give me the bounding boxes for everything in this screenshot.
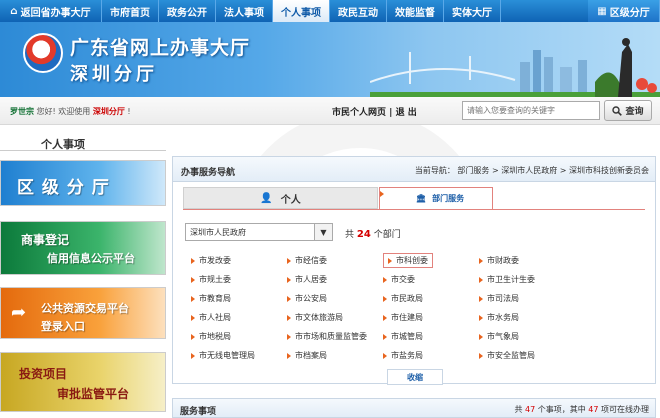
greeting-text: 您好! 欢迎使用: [36, 107, 91, 116]
banner-sublabel: 审批监管平台: [57, 387, 130, 401]
chevron-down-icon: ▼: [314, 224, 332, 240]
government-select[interactable]: 深圳市人民政府 ▼: [185, 223, 333, 241]
department-link[interactable]: 市人社局: [191, 312, 231, 323]
building-icon: 🏛: [415, 194, 427, 203]
site-logo: [23, 33, 63, 73]
business-registration-banner[interactable]: 商事登记 信用信息公示平台: [0, 221, 166, 275]
department-link[interactable]: 市教育局: [191, 293, 231, 304]
department-link[interactable]: 市发改委: [191, 255, 231, 266]
total-count: 47: [524, 405, 536, 414]
nav-home-link[interactable]: ⌂ 返回省办事大厅: [0, 0, 102, 22]
department-link[interactable]: 市安全监管局: [479, 350, 535, 361]
department-link[interactable]: 市财政委: [479, 255, 519, 266]
banner-label: 区 级 分 厅: [17, 178, 110, 198]
personal-page-link[interactable]: 市民个人网页: [332, 108, 386, 118]
banner-sublabel: 信用信息公示平台: [47, 252, 135, 265]
nav-city-portal[interactable]: 市府首页: [102, 0, 159, 22]
department-link[interactable]: 市卫生计生委: [479, 274, 535, 285]
tab-department-label: 部门服务: [432, 194, 465, 203]
nav-legal-person[interactable]: 法人事项: [216, 0, 273, 22]
user-bar: 罗世宗 您好! 欢迎使用 深圳分厅 ! 市民个人网页 | 退 出 查询: [0, 97, 660, 125]
department-link[interactable]: 市人居委: [287, 274, 327, 285]
top-navigation: ⌂ 返回省办事大厅 市府首页 政务公开 法人事项 个人事项 政民互动 效能监督 …: [0, 0, 660, 22]
user-name: 罗世宗: [10, 107, 34, 116]
service-items-title: 服务事项: [180, 407, 217, 417]
department-link[interactable]: 市气象局: [479, 331, 519, 342]
stat-mid: 个事项，其中: [537, 405, 586, 414]
department-link[interactable]: 市城管局: [383, 331, 423, 342]
department-link[interactable]: 市交委: [383, 274, 415, 285]
service-navigation-panel: 办事服务导航 当前导航： 部门服务 > 深圳市人民政府 > 深圳市科技创新委员会…: [172, 156, 656, 385]
search-button-label: 查询: [625, 107, 644, 117]
department-link[interactable]: 市水务局: [479, 312, 519, 323]
count-prefix: 共: [345, 230, 355, 240]
nav-supervision[interactable]: 效能监督: [387, 0, 444, 22]
department-link[interactable]: 市地税局: [191, 331, 231, 342]
person-icon: 👤: [260, 192, 273, 204]
department-link[interactable]: 市司法局: [479, 293, 519, 304]
panel-title: 办事服务导航: [181, 168, 236, 178]
nav-home-label: 返回省办事大厅: [20, 7, 91, 19]
nav-service-hall[interactable]: 实体大厅: [444, 0, 501, 22]
collapse-button[interactable]: 收缩: [387, 369, 443, 385]
greeting-tail: !: [127, 107, 131, 116]
tab-bar: 👤 个人 🏛 部门服务: [183, 187, 493, 209]
department-link[interactable]: 市住建局: [383, 312, 423, 323]
tab-personal-label: 个人: [280, 194, 301, 206]
login-arrow-icon: ➦: [11, 302, 27, 323]
online-count: 47: [588, 405, 599, 414]
public-resource-banner[interactable]: ➦ 公共资源交易平台 登录入口: [0, 287, 166, 339]
department-link[interactable]: 市盐务局: [383, 350, 423, 361]
search-input[interactable]: [462, 101, 600, 120]
count-suffix: 个部门: [373, 230, 401, 240]
user-links: 市民个人网页 | 退 出: [332, 105, 417, 118]
department-link[interactable]: 市民政局: [383, 293, 423, 304]
search-icon: [612, 105, 623, 116]
service-items-stats: 共 47 个事项，其中 47 项可在线办理: [514, 404, 649, 415]
logout-link[interactable]: 退 出: [396, 108, 417, 118]
department-link[interactable]: 市经信委: [287, 255, 327, 266]
breadcrumb: 当前导航： 部门服务 > 深圳市人民政府 > 深圳市科技创新委员会: [414, 166, 649, 175]
department-link[interactable]: 市档案局: [287, 350, 327, 361]
count-number: 24: [356, 229, 371, 240]
nav-interaction[interactable]: 政民互动: [330, 0, 387, 22]
nav-gov-affairs[interactable]: 政务公开: [159, 0, 216, 22]
panel-header: 办事服务导航 当前导航： 部门服务 > 深圳市人民政府 > 深圳市科技创新委员会: [173, 157, 655, 182]
tab-personal[interactable]: 👤 个人: [183, 187, 378, 209]
banner-subtitle: 深圳分厅: [70, 64, 158, 85]
banner-label: 投资项目: [19, 367, 68, 381]
district-branch-banner[interactable]: 区 级 分 厅: [0, 160, 166, 206]
select-value: 深圳市人民政府: [190, 228, 246, 237]
investment-project-banner[interactable]: 投资项目 审批监管平台: [0, 352, 166, 412]
banner-sublabel: 登录入口: [41, 320, 85, 333]
service-items-bar: 服务事项 共 47 个事项，其中 47 项可在线办理: [172, 398, 656, 418]
nav-personal[interactable]: 个人事项: [273, 0, 330, 22]
tab-department[interactable]: 🏛 部门服务: [379, 187, 493, 209]
link-separator: |: [389, 108, 393, 118]
banner-title: 广东省网上办事大厅: [70, 37, 251, 59]
nav-district-label: 区级分厅: [609, 7, 650, 19]
tab-underline: [183, 209, 645, 210]
site-banner: 广东省网上办事大厅 深圳分厅: [0, 22, 660, 97]
department-link[interactable]: 市文体旅游局: [287, 312, 343, 323]
grid-icon: ▦: [597, 5, 607, 17]
stat-prefix: 共: [514, 405, 523, 414]
department-link[interactable]: 市市场和质量监管委: [287, 331, 367, 342]
branch-name: 深圳分厅: [92, 107, 125, 116]
department-link[interactable]: 市规土委: [191, 274, 231, 285]
city-skyline: [370, 38, 660, 97]
department-link[interactable]: 市无线电管理局: [191, 350, 255, 361]
banner-label: 公共资源交易平台: [41, 302, 129, 315]
department-link[interactable]: 市科创委: [383, 253, 433, 268]
divider: [0, 150, 166, 151]
department-link[interactable]: 市公安局: [287, 293, 327, 304]
stat-suffix: 项可在线办理: [601, 405, 649, 414]
greeting: 罗世宗 您好! 欢迎使用 深圳分厅 !: [10, 106, 131, 117]
nav-district-branch[interactable]: ▦ 区级分厅: [588, 0, 660, 22]
banner-label: 商事登记: [21, 233, 70, 247]
department-count: 共 24 个部门: [345, 227, 401, 240]
home-icon: ⌂: [10, 5, 18, 17]
search-button[interactable]: 查询: [604, 100, 652, 121]
